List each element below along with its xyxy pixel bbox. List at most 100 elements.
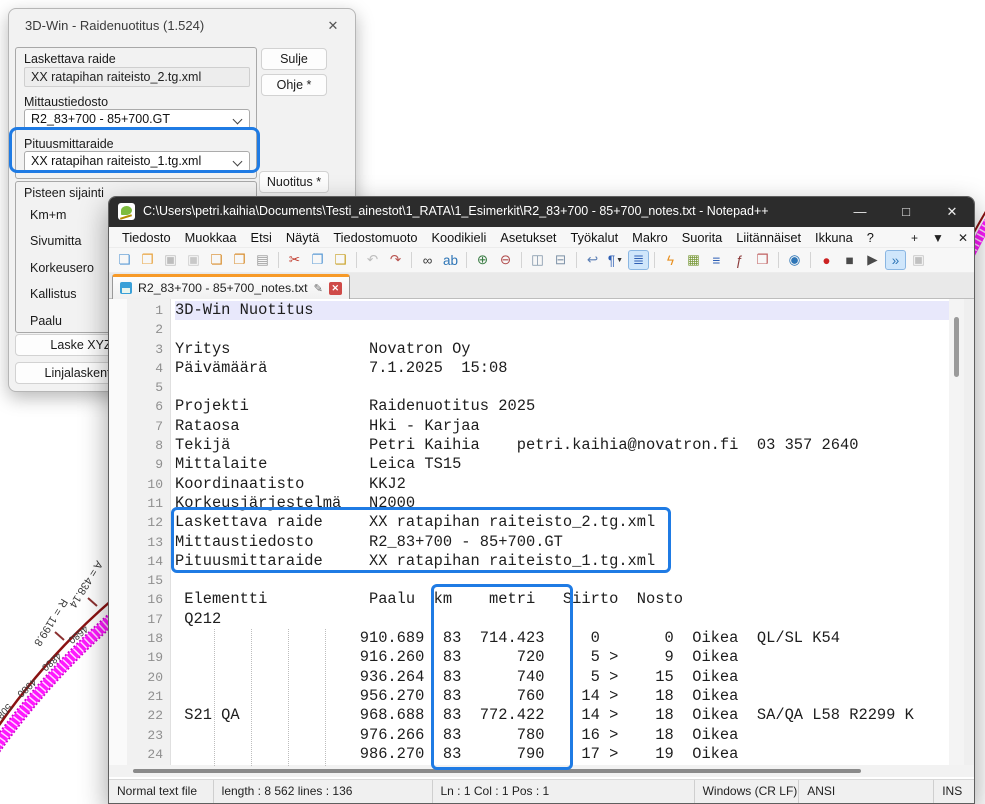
- editor-line: [175, 378, 951, 397]
- nuotitus-button[interactable]: Nuotitus *: [259, 171, 329, 193]
- pituusmittaraide-combobox[interactable]: XX ratapihan raiteisto_1.tg.xml: [24, 151, 250, 172]
- tab-close-icon[interactable]: ✕: [329, 282, 342, 295]
- status-doc-type: Normal text file: [109, 780, 214, 803]
- menu-tiedostomuoto[interactable]: Tiedostomuoto: [326, 227, 424, 248]
- menu-suorita[interactable]: Suorita: [675, 227, 730, 248]
- tab-active[interactable]: R2_83+700 - 85+700_notes.txt ✎ ✕: [112, 274, 350, 299]
- status-insert-mode[interactable]: INS: [934, 780, 974, 803]
- editor-line: 956.270 83 760 14 > 18 Oikea: [175, 687, 951, 706]
- pin-icon[interactable]: ✎: [314, 282, 323, 295]
- copy-icon[interactable]: ❐: [307, 250, 328, 270]
- minimize-button[interactable]: —: [838, 197, 882, 227]
- indent-guide: [251, 629, 252, 766]
- menu-asetukset[interactable]: Asetukset: [493, 227, 563, 248]
- document-map-icon[interactable]: ▦: [683, 250, 704, 270]
- new-file-icon[interactable]: ❏: [114, 250, 135, 270]
- save-icon[interactable]: ▣: [160, 250, 181, 270]
- editor-line: 910.689 83 714.423 0 0 Oikea QL/SL K54: [175, 629, 951, 648]
- pisteen-sijainti-title: Pisteen sijainti: [24, 186, 104, 200]
- sync-vertical-icon[interactable]: ◫: [527, 250, 548, 270]
- dialog-close-icon[interactable]: ✕: [321, 15, 345, 37]
- find-icon[interactable]: ∞: [417, 250, 438, 270]
- close-doc-icon[interactable]: ✕: [958, 231, 968, 245]
- menu-nyt[interactable]: Näytä: [279, 227, 326, 248]
- chevron-down-icon[interactable]: [233, 115, 243, 125]
- close-doc-icon[interactable]: ❏: [206, 250, 227, 270]
- vertical-scrollbar-thumb[interactable]: [954, 317, 959, 377]
- menu-?[interactable]: ?: [860, 227, 881, 248]
- sync-horizontal-icon[interactable]: ⊟: [550, 250, 571, 270]
- editor-line: Projekti Raidenuotitus 2025: [175, 397, 951, 416]
- horizontal-scrollbar[interactable]: [109, 765, 974, 777]
- menu-liitnniset[interactable]: Liitännäiset: [729, 227, 808, 248]
- line-number: 6: [147, 397, 163, 416]
- status-eol[interactable]: Windows (CR LF): [695, 780, 800, 803]
- macro-record-icon[interactable]: ●: [816, 250, 837, 270]
- toolbar-separator: [654, 252, 655, 268]
- toolbar-separator: [521, 252, 522, 268]
- editor-line: [175, 571, 951, 590]
- track-annotation-a: A = 438.14: [66, 558, 104, 609]
- menu-etsi[interactable]: Etsi: [244, 227, 279, 248]
- indent-guide-icon[interactable]: ≣: [628, 250, 649, 270]
- bookmark-margin[interactable]: [109, 299, 127, 765]
- replace-icon[interactable]: ab: [440, 250, 461, 270]
- open-file-icon[interactable]: ❒: [137, 250, 158, 270]
- editor-line: Korkeusjärjestelmä N2000: [175, 494, 951, 513]
- paste-icon[interactable]: ❑: [330, 250, 351, 270]
- close-button[interactable]: ✕: [930, 197, 974, 227]
- monitoring-icon[interactable]: ϟ: [660, 250, 681, 270]
- horizontal-scrollbar-thumb[interactable]: [133, 769, 861, 773]
- vertical-scrollbar[interactable]: [949, 299, 964, 765]
- folder-workspace-icon[interactable]: ❒: [752, 250, 773, 270]
- menu-ikkuna[interactable]: Ikkuna: [808, 227, 860, 248]
- menu-makro[interactable]: Makro: [625, 227, 675, 248]
- zoom-out-icon[interactable]: ⊖: [495, 250, 516, 270]
- track-annotation-r: R = 1199.8: [31, 596, 69, 648]
- dialog-title: 3D-Win - Raidenuotitus (1.524): [25, 18, 204, 33]
- dialog-titlebar[interactable]: 3D-Win - Raidenuotitus (1.524) ✕: [9, 9, 355, 43]
- macro-play-icon[interactable]: ▶: [862, 250, 883, 270]
- maximize-button[interactable]: □: [884, 197, 928, 227]
- view-monitor-icon[interactable]: ◉: [784, 250, 805, 270]
- mittaustiedosto-combobox[interactable]: R2_83+700 - 85+700.GT: [24, 109, 250, 130]
- undo-icon[interactable]: ↶: [362, 250, 383, 270]
- ohje-button[interactable]: Ohje *: [261, 74, 327, 96]
- redo-icon[interactable]: ↷: [385, 250, 406, 270]
- word-wrap-icon[interactable]: ↩: [582, 250, 603, 270]
- chevron-down-icon[interactable]: [233, 157, 243, 167]
- line-number: 2: [147, 320, 163, 339]
- editor-text[interactable]: 3D-Win NuotitusYritys Novatron OyPäivämä…: [175, 301, 951, 764]
- document-list-icon[interactable]: ≡: [706, 250, 727, 270]
- show-all-chars-icon[interactable]: ¶▼: [605, 250, 626, 270]
- status-encoding[interactable]: ANSI: [799, 780, 934, 803]
- line-number: 18: [147, 629, 163, 648]
- editor-right-frame: [964, 299, 974, 765]
- line-number: 12: [147, 513, 163, 532]
- notepad-titlebar[interactable]: C:\Users\petri.kaihia\Documents\Testi_ai…: [109, 197, 974, 227]
- editor-line: Pituusmittaraide XX ratapihan raiteisto_…: [175, 552, 951, 571]
- menu-muokkaa[interactable]: Muokkaa: [178, 227, 244, 248]
- line-number: 23: [147, 726, 163, 745]
- menu-tykalut[interactable]: Työkalut: [564, 227, 626, 248]
- save-all-icon[interactable]: ▣: [183, 250, 204, 270]
- new-tab-icon[interactable]: +: [911, 231, 918, 245]
- menu-tiedosto[interactable]: Tiedosto: [115, 227, 178, 248]
- line-number: 17: [147, 610, 163, 629]
- close-all-icon[interactable]: ❐: [229, 250, 250, 270]
- macro-stop-icon[interactable]: ■: [839, 250, 860, 270]
- editor-area[interactable]: 123456789101112131415161718192021222324 …: [109, 299, 974, 765]
- editor-line: Elementti Paalu km metri Siirto Nosto: [175, 590, 951, 609]
- function-list-icon[interactable]: ƒ: [729, 250, 750, 270]
- notepad-title-text: C:\Users\petri.kaihia\Documents\Testi_ai…: [143, 204, 769, 218]
- macro-run-multi-icon[interactable]: »: [885, 250, 906, 270]
- macro-save-icon[interactable]: ▣: [908, 250, 929, 270]
- tab-list-icon[interactable]: ▼: [932, 231, 944, 245]
- sulje-button[interactable]: Sulje: [261, 48, 327, 70]
- cut-icon[interactable]: ✂: [284, 250, 305, 270]
- print-icon[interactable]: ▤: [252, 250, 273, 270]
- zoom-in-icon[interactable]: ⊕: [472, 250, 493, 270]
- laskettava-field[interactable]: XX ratapihan raiteisto_2.tg.xml: [24, 67, 250, 87]
- editor-line: S21 QA 968.688 83 772.422 14 > 18 Oikea …: [175, 706, 951, 725]
- menu-koodikieli[interactable]: Koodikieli: [425, 227, 494, 248]
